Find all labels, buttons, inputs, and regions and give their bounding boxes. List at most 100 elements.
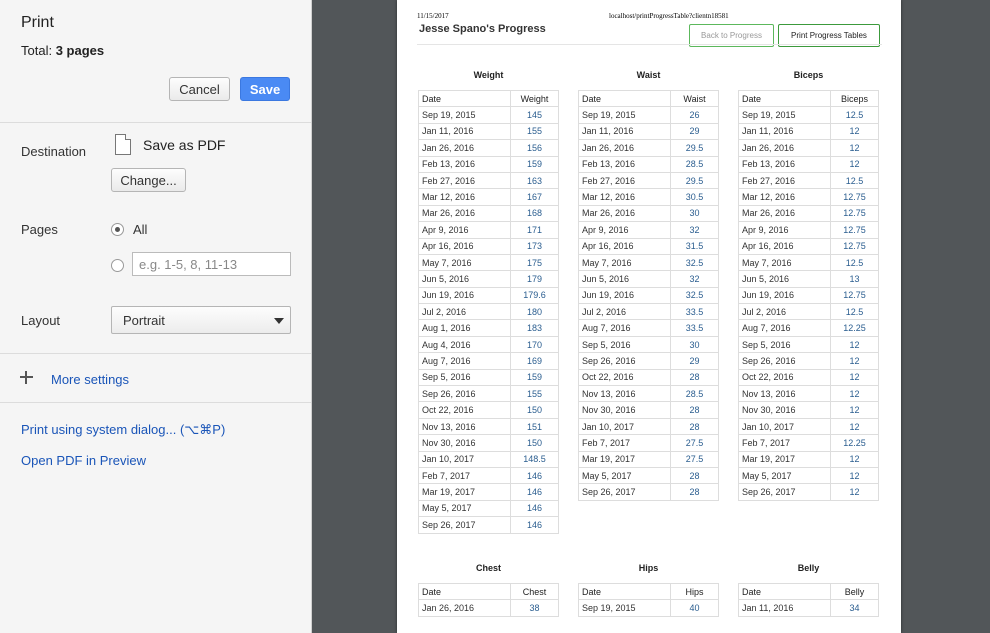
- value-cell: 12.25: [830, 319, 879, 337]
- date-cell: Nov 30, 2016: [418, 434, 511, 452]
- layout-select[interactable]: Portrait: [111, 306, 291, 334]
- table-header-row: Date Hips: [578, 582, 719, 601]
- table-row: Mar 26, 2016 30: [578, 204, 719, 223]
- table-title: Waist: [636, 70, 661, 80]
- date-cell: Nov 13, 2016: [418, 417, 511, 436]
- table-row: Jul 2, 2016 33.5: [578, 303, 719, 321]
- date-cell: Aug 7, 2016: [418, 352, 511, 370]
- date-cell: Jan 11, 2016: [418, 122, 511, 141]
- table-row: Sep 19, 2015 26: [578, 106, 719, 124]
- value-cell: 12: [830, 352, 879, 370]
- measurement-table-block: Waist Date Waist Sep 19, 2015 26 Jan 11, 2016…: [578, 69, 719, 501]
- table-row: Sep 5, 2016 30: [578, 335, 719, 354]
- table-row: Feb 27, 2016 29.5: [578, 171, 719, 190]
- date-cell: Jun 19, 2016: [418, 286, 511, 305]
- table-row: Mar 26, 2016 168: [418, 204, 559, 223]
- value-cell: 12: [830, 450, 879, 468]
- value-cell: 28: [670, 483, 719, 501]
- pages-all-radio[interactable]: [111, 223, 124, 236]
- table-row: Sep 26, 2017 146: [418, 516, 559, 534]
- save-button[interactable]: Save: [240, 77, 290, 101]
- table-row: Apr 16, 2016 12.75: [738, 237, 879, 255]
- table-row: Aug 7, 2016 33.5: [578, 319, 719, 337]
- more-settings-link[interactable]: More settings: [51, 372, 129, 387]
- table-row: May 5, 2017 28: [578, 466, 719, 485]
- table-row: Sep 26, 2016 155: [418, 385, 559, 403]
- table-title: Chest: [475, 563, 501, 573]
- plus-icon[interactable]: [20, 371, 33, 384]
- date-cell: Sep 26, 2016: [578, 352, 671, 370]
- date-cell: Jan 10, 2017: [418, 450, 511, 468]
- date-cell: Sep 5, 2016: [578, 335, 671, 354]
- table-title: Belly: [797, 563, 820, 573]
- table-row: Sep 26, 2016 29: [578, 352, 719, 370]
- date-cell: Jan 26, 2016: [418, 599, 511, 617]
- value-column-header: Weight: [510, 89, 559, 108]
- value-cell: 12: [830, 335, 879, 354]
- table-row: Jun 19, 2016 179.6: [418, 286, 559, 305]
- date-cell: Feb 27, 2016: [418, 171, 511, 190]
- value-cell: 12: [830, 368, 879, 387]
- value-cell: 179.6: [510, 286, 559, 305]
- date-cell: Sep 5, 2016: [738, 335, 831, 354]
- layout-label: Layout: [21, 313, 61, 328]
- value-cell: 151: [510, 417, 559, 436]
- date-cell: Mar 12, 2016: [578, 188, 671, 206]
- value-cell: 146: [510, 499, 559, 518]
- date-cell: Nov 13, 2016: [738, 385, 831, 403]
- divider: [0, 353, 311, 354]
- document-icon: [115, 134, 131, 155]
- table-row: Mar 19, 2017 146: [418, 483, 559, 501]
- table-row: Feb 7, 2017 146: [418, 466, 559, 485]
- table-header-row: Date Chest: [418, 582, 559, 601]
- destination-name: Save as PDF: [143, 137, 226, 153]
- table-row: Feb 13, 2016 159: [418, 155, 559, 173]
- panel-title: Print: [21, 14, 54, 31]
- open-pdf-preview-link[interactable]: Open PDF in Preview: [21, 453, 146, 468]
- pages-custom-radio[interactable]: [111, 259, 124, 272]
- date-cell: Jul 2, 2016: [738, 303, 831, 321]
- value-cell: 26: [670, 106, 719, 124]
- date-cell: Aug 7, 2016: [738, 319, 831, 337]
- table-row: Sep 5, 2016 12: [738, 335, 879, 354]
- date-cell: Jan 11, 2016: [578, 122, 671, 141]
- table-row: Jul 2, 2016 180: [418, 303, 559, 321]
- table-row: Jun 5, 2016 13: [738, 270, 879, 288]
- date-cell: Sep 19, 2015: [578, 599, 671, 617]
- date-cell: Sep 5, 2016: [418, 368, 511, 387]
- value-cell: 179: [510, 270, 559, 288]
- table-row: Mar 12, 2016 12.75: [738, 188, 879, 206]
- value-cell: 175: [510, 253, 559, 272]
- change-destination-button[interactable]: Change...: [111, 168, 186, 192]
- measurement-table: Date Waist Sep 19, 2015 26 Jan 11, 2016 29 Jan…: [578, 89, 719, 501]
- value-column-header: Belly: [830, 582, 879, 601]
- pages-label: Pages: [21, 222, 58, 237]
- system-dialog-link[interactable]: Print using system dialog... (⌥⌘P): [21, 422, 225, 438]
- value-cell: 28: [670, 401, 719, 419]
- pages-all-label[interactable]: All: [133, 222, 147, 237]
- table-row: Sep 26, 2017 28: [578, 483, 719, 501]
- total-label: Total:: [21, 43, 53, 58]
- date-cell: Jun 5, 2016: [738, 270, 831, 288]
- table-row: Mar 19, 2017 27.5: [578, 450, 719, 468]
- date-cell: Mar 12, 2016: [738, 188, 831, 206]
- value-cell: 28.5: [670, 155, 719, 173]
- date-cell: Feb 27, 2016: [578, 171, 671, 190]
- measurement-table: Date Belly Jan 11, 2016 34: [738, 582, 879, 617]
- date-cell: Jan 11, 2016: [738, 122, 831, 141]
- value-cell: 12.75: [830, 286, 879, 305]
- table-row: Apr 16, 2016 31.5: [578, 237, 719, 255]
- cancel-button[interactable]: Cancel: [169, 77, 230, 101]
- date-cell: Mar 26, 2016: [578, 204, 671, 223]
- value-cell: 12.5: [830, 171, 879, 190]
- table-row: Apr 9, 2016 171: [418, 221, 559, 239]
- pages-range-input[interactable]: [132, 252, 291, 276]
- measurement-table-block: Weight Date Weight Sep 19, 2015 145 Jan 11, 2…: [418, 69, 559, 534]
- value-cell: 12: [830, 155, 879, 173]
- value-cell: 146: [510, 516, 559, 534]
- measurement-table: Date Hips Sep 19, 2015 40: [578, 582, 719, 617]
- value-cell: 29: [670, 352, 719, 370]
- table-title: Weight: [473, 70, 504, 80]
- value-cell: 27.5: [670, 450, 719, 468]
- date-cell: Sep 26, 2016: [418, 385, 511, 403]
